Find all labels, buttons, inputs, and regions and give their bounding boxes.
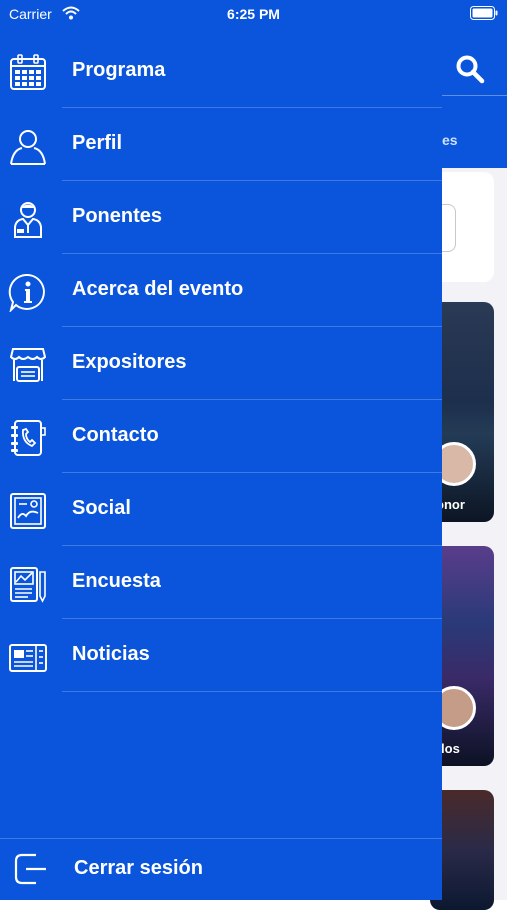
- battery-icon: [470, 6, 498, 20]
- info-icon: [8, 273, 45, 312]
- booth-icon: [9, 348, 47, 382]
- menu-item-encuesta[interactable]: Encuesta: [0, 546, 442, 619]
- social-icon: [10, 493, 46, 529]
- side-drawer: Programa Perfil Ponentes Acerca del even…: [0, 0, 442, 900]
- logout-icon: [14, 853, 46, 885]
- phonebook-icon: [11, 420, 46, 456]
- menu-item-label: Noticias: [72, 643, 150, 665]
- menu-item-label: Perfil: [72, 132, 123, 154]
- background-tab[interactable]: es: [442, 132, 458, 148]
- user-icon: [10, 130, 46, 165]
- calendar-icon: [10, 54, 46, 90]
- menu-item-contacto[interactable]: Contacto: [0, 400, 442, 473]
- logout-label: Cerrar sesión: [74, 857, 203, 879]
- menu-item-perfil[interactable]: Perfil: [0, 108, 442, 181]
- drawer-menu: Programa Perfil Ponentes Acerca del even…: [0, 35, 442, 692]
- menu-item-expositores[interactable]: Expositores: [0, 327, 442, 400]
- menu-item-ponentes[interactable]: Ponentes: [0, 181, 442, 254]
- menu-item-label: Acerca del evento: [72, 278, 244, 300]
- menu-item-label: Ponentes: [72, 205, 163, 227]
- menu-item-social[interactable]: Social: [0, 473, 442, 546]
- status-bar: Carrier 6:25 PM: [0, 0, 507, 30]
- menu-item-label: Contacto: [72, 424, 159, 446]
- news-icon: [9, 644, 47, 672]
- menu-item-noticias[interactable]: Noticias: [0, 619, 442, 692]
- logout-button[interactable]: Cerrar sesión: [0, 838, 442, 901]
- menu-item-acerca-del-evento[interactable]: Acerca del evento: [0, 254, 442, 327]
- speaker-icon: [14, 202, 42, 238]
- survey-icon: [10, 567, 46, 603]
- divider: [62, 691, 442, 692]
- tab-divider: [442, 95, 507, 96]
- search-icon[interactable]: [455, 54, 485, 84]
- status-time: 6:25 PM: [227, 6, 280, 22]
- menu-item-label: Encuesta: [72, 570, 161, 592]
- menu-item-label: Social: [72, 497, 131, 519]
- menu-item-programa[interactable]: Programa: [0, 35, 442, 108]
- menu-item-label: Programa: [72, 59, 166, 81]
- menu-item-label: Expositores: [72, 351, 187, 373]
